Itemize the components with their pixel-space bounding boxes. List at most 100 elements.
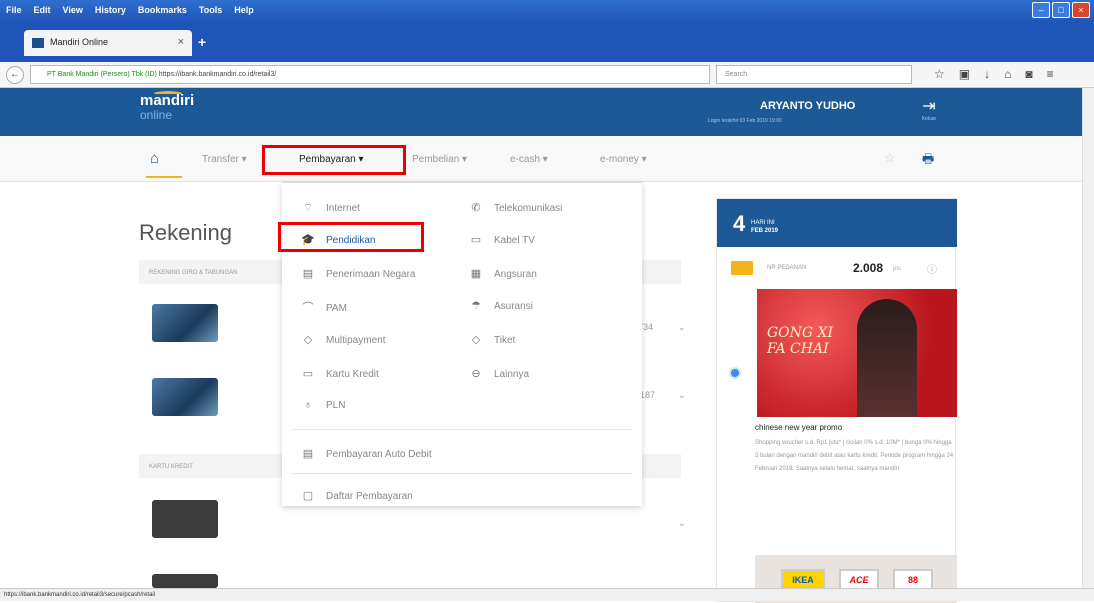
download-icon[interactable]: ↓ bbox=[984, 67, 990, 81]
menu-item-multipayment[interactable]: ◇ Multipayment bbox=[300, 333, 386, 346]
date-label: HARI INI FEB 2019 bbox=[751, 220, 779, 234]
promo-panel: 4 HARI INI FEB 2019 NR PEDANAN 2.008 pts … bbox=[716, 198, 957, 603]
menu-item-penerimaan-negara[interactable]: ▤ Penerimaan Negara bbox=[300, 267, 416, 280]
document-icon: ▤ bbox=[302, 268, 314, 280]
hamburger-menu-icon[interactable]: ≡ bbox=[1047, 67, 1054, 81]
highlight-pembayaran bbox=[262, 145, 406, 175]
credit-card-icon: ▭ bbox=[302, 368, 314, 380]
logo-sub: online bbox=[140, 108, 173, 122]
pocket-icon[interactable]: ◙ bbox=[1025, 67, 1032, 81]
status-url: https://ibank.bankmandiri.co.id/retail3/… bbox=[4, 592, 156, 598]
auto-debit-icon: ▤ bbox=[302, 448, 314, 460]
minimize-button[interactable]: – bbox=[1032, 2, 1050, 18]
user-info: ARYANTO YUDHO Login terakhir 03 Feb 2019… bbox=[708, 100, 910, 124]
menu-item-angsuran[interactable]: ▦ Angsuran bbox=[468, 267, 537, 280]
logout-button[interactable]: ⇥ Keluar bbox=[918, 96, 940, 122]
menu-item-internet[interactable]: ⌔ Internet bbox=[300, 201, 360, 215]
points-value: 2.008 bbox=[853, 261, 884, 275]
nav-pembelian[interactable]: Pembelian ▾ bbox=[412, 154, 467, 165]
mandiri-logo[interactable]: mandiri online bbox=[140, 91, 194, 122]
menu-bar: File Edit View History Bookmarks Tools H… bbox=[6, 5, 254, 15]
site-header: mandiri online ARYANTO YUDHO Login terak… bbox=[0, 88, 1094, 136]
favorite-icon[interactable]: ☆ bbox=[884, 150, 896, 166]
nav-transfer[interactable]: Transfer ▾ bbox=[202, 154, 247, 165]
active-underline bbox=[146, 176, 182, 178]
tab-title: Mandiri Online bbox=[50, 37, 109, 47]
browser-navbar: ← PT Bank Mandiri (Persero) Tbk (ID) htt… bbox=[0, 62, 1094, 88]
faucet-icon: ⌒ bbox=[302, 302, 314, 314]
ticket-icon: ◇ bbox=[471, 334, 481, 346]
menu-item-tiket[interactable]: ◇ Tiket bbox=[468, 333, 516, 346]
account-card-2[interactable] bbox=[152, 378, 218, 416]
new-tab-icon[interactable]: + bbox=[198, 34, 206, 50]
tv-icon: ▭ bbox=[470, 234, 482, 246]
divider bbox=[292, 473, 632, 474]
divider bbox=[292, 429, 632, 430]
site-identity: PT Bank Mandiri (Persero) Tbk (ID) bbox=[47, 71, 157, 78]
reading-list-icon[interactable]: ▣ bbox=[959, 67, 970, 81]
menu-view[interactable]: View bbox=[63, 5, 83, 15]
menu-history[interactable]: History bbox=[95, 5, 126, 15]
nav-ecash[interactable]: e-cash ▾ bbox=[510, 154, 548, 165]
promo-image[interactable]: GONG XI FA CHAI bbox=[757, 289, 957, 417]
promo-title[interactable]: chinese new year promo bbox=[755, 423, 842, 432]
highlight-pendidikan bbox=[278, 222, 424, 252]
info-icon[interactable]: ⓘ bbox=[927, 261, 937, 276]
menu-item-auto-debit[interactable]: ▤ Pembayaran Auto Debit bbox=[300, 447, 432, 460]
menu-item-daftar-pembayaran[interactable]: ▢ Daftar Pembayaran bbox=[300, 489, 413, 502]
favicon-icon bbox=[32, 38, 44, 48]
menu-tools[interactable]: Tools bbox=[199, 5, 222, 15]
menu-item-pam[interactable]: ⌒ PAM bbox=[300, 299, 347, 315]
credit-card-1[interactable] bbox=[152, 500, 218, 538]
account-2-number: 187 bbox=[640, 390, 656, 400]
points-unit: pts bbox=[893, 266, 902, 272]
promo-image-text: GONG XI FA CHAI bbox=[767, 325, 834, 357]
url-text: https://ibank.bankmandiri.co.id/retail3/ bbox=[158, 71, 277, 78]
carousel-indicator-icon[interactable] bbox=[729, 367, 741, 379]
menu-help[interactable]: Help bbox=[234, 5, 254, 15]
phone-icon: ✆ bbox=[471, 202, 481, 214]
window-titlebar: File Edit View History Bookmarks Tools H… bbox=[0, 0, 1094, 22]
chevron-down-icon[interactable]: ⌄ bbox=[678, 322, 686, 333]
umbrella-icon: ☂ bbox=[471, 300, 481, 312]
print-icon[interactable]: 🖶 bbox=[922, 150, 934, 172]
calendar-icon: ▦ bbox=[470, 268, 482, 280]
points-label: NR PEDANAN bbox=[767, 265, 807, 271]
menu-file[interactable]: File bbox=[6, 5, 22, 15]
wifi-icon: ⌔ bbox=[302, 202, 314, 214]
search-input[interactable]: Search bbox=[716, 65, 912, 84]
menu-item-kabel-tv[interactable]: ▭ Kabel TV bbox=[468, 233, 535, 246]
user-name: ARYANTO YUDHO bbox=[760, 100, 856, 112]
back-icon[interactable]: ← bbox=[6, 66, 24, 84]
more-icon: ⊖ bbox=[471, 368, 481, 380]
page-scrollbar[interactable] bbox=[1082, 88, 1094, 588]
credit-card-2[interactable] bbox=[152, 574, 218, 588]
lightbulb-icon: ♁ bbox=[303, 399, 313, 411]
browser-tab[interactable]: Mandiri Online × bbox=[24, 30, 192, 56]
date-day: 4 bbox=[733, 211, 746, 236]
last-login: Login terakhir 03 Feb 2019 19:00 bbox=[708, 118, 782, 124]
chevron-down-icon[interactable]: ⌄ bbox=[678, 518, 686, 529]
close-tab-icon[interactable]: × bbox=[178, 36, 184, 48]
points-badge bbox=[731, 261, 753, 275]
home-icon[interactable]: ⌂ bbox=[150, 150, 159, 167]
promo-figure bbox=[857, 299, 917, 417]
promo-text: Shopping voucher s.d. Rp1 juta* | cicila… bbox=[755, 440, 954, 472]
nav-emoney[interactable]: e-money ▾ bbox=[600, 154, 647, 165]
close-window-button[interactable]: × bbox=[1072, 2, 1090, 18]
menu-edit[interactable]: Edit bbox=[34, 5, 51, 15]
tag-icon: ◇ bbox=[303, 334, 313, 346]
bookmark-star-icon[interactable]: ☆ bbox=[934, 67, 945, 81]
maximize-button[interactable]: □ bbox=[1052, 2, 1070, 18]
menu-item-lainnya[interactable]: ⊖ Lainnya bbox=[468, 367, 529, 380]
menu-item-telekomunikasi[interactable]: ✆ Telekomunikasi bbox=[468, 201, 562, 214]
account-card-1[interactable] bbox=[152, 304, 218, 342]
menu-item-asuransi[interactable]: ☂ Asuransi bbox=[468, 299, 533, 312]
chevron-down-icon[interactable]: ⌄ bbox=[678, 390, 686, 401]
points-ticker: NR PEDANAN 2.008 pts ⓘ bbox=[725, 261, 953, 277]
menu-item-kartu-kredit[interactable]: ▭ Kartu Kredit bbox=[300, 367, 379, 380]
home-icon[interactable]: ⌂ bbox=[1004, 67, 1011, 81]
menu-bookmarks[interactable]: Bookmarks bbox=[138, 5, 187, 15]
menu-item-pln[interactable]: ♁ PLN bbox=[300, 399, 346, 411]
url-bar[interactable]: PT Bank Mandiri (Persero) Tbk (ID) https… bbox=[30, 65, 710, 84]
